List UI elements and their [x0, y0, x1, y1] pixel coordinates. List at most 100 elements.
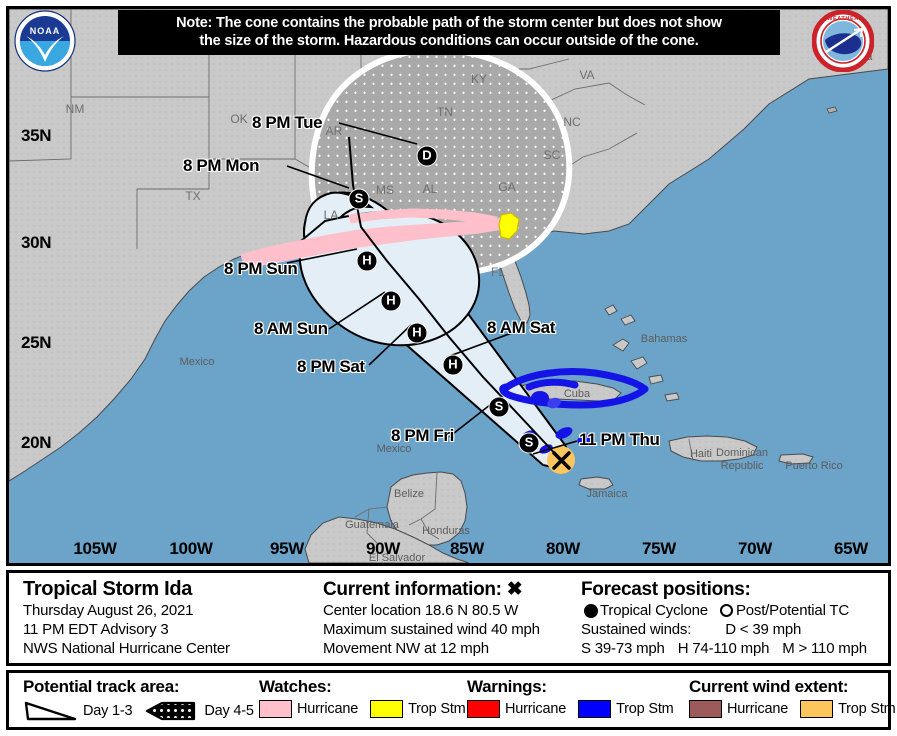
information-panel: Tropical Storm Ida Thursday August 26, 2… — [6, 570, 891, 666]
forecast-label-8pm-mon: 8 PM Mon — [183, 156, 260, 175]
forecast-label-8pm-sat: 8 PM Sat — [297, 357, 365, 376]
geo-label-sc: SC — [543, 148, 561, 162]
wind-extent-hurricane-swatch — [689, 700, 722, 718]
legend-item-day-4-5: Day 4-5 — [144, 700, 254, 722]
geo-label-nc: NC — [563, 115, 581, 129]
noaa-logo: NOAA — [14, 10, 76, 72]
movement: Movement NW at 12 mph — [323, 640, 489, 657]
geo-label-ok: OK — [230, 112, 248, 126]
geo-label-ga: GA — [498, 180, 516, 194]
forecast-point-h-8am-sat[interactable]: H — [442, 354, 464, 376]
hurricane-warning-swatch — [467, 700, 500, 718]
current-information-heading: Current information: ✖ — [323, 578, 567, 601]
wind-extent-trop-stm-swatch — [800, 700, 834, 718]
lon-label-75w: 75W — [641, 539, 677, 558]
legend-item-wind-extent-trop-stm: Trop Stm — [800, 700, 896, 718]
note-line-2: the size of the storm. Hazardous conditi… — [199, 33, 699, 49]
svg-text:WEATHER: WEATHER — [827, 16, 859, 22]
forecast-point-s-8pm-mon[interactable]: S — [348, 188, 370, 210]
geo-label-dominican-republic: Dominican Republic — [716, 447, 768, 472]
wind-category-d: D < 39 mph — [725, 621, 802, 638]
storm-advisory: 11 PM EDT Advisory 3 — [23, 621, 169, 638]
trop-stm-watch-swatch — [370, 700, 404, 718]
wind-category-m: M > 110 mph — [782, 640, 867, 657]
legend-bar: Potential track area: Day 1-3 Day 4-5 Wa… — [6, 670, 896, 730]
geo-label-jamaica: Jamaica — [586, 488, 628, 500]
tropical-cyclone-dot-icon — [584, 603, 598, 618]
hurricane-forecast-graphic: NM OK TX AR LA MS AL TN KY IN GA SC NC V… — [0, 0, 897, 736]
geo-label-ar: AR — [325, 124, 343, 138]
geo-label-fl: FL — [490, 265, 506, 279]
forecast-point-s-11pm-thu[interactable]: S — [518, 432, 540, 454]
forecast-label-11pm-thu: 11 PM Thu — [579, 430, 660, 449]
cone-day123-icon — [24, 701, 77, 721]
lat-label-25n: 25N — [21, 333, 52, 352]
lon-label-105w: 105W — [73, 539, 117, 558]
potential-track-area-legend: Potential track area: Day 1-3 Day 4-5 — [9, 673, 254, 727]
cone-disclaimer-note: Note: The cone contains the probable pat… — [118, 10, 780, 55]
wind-extent-hurricane-label: Hurricane — [727, 701, 789, 717]
forecast-point-d-8pm-tue[interactable]: D — [416, 145, 438, 167]
geo-label-la: LA — [323, 208, 339, 222]
potential-track-area-heading: Potential track area: — [23, 677, 180, 696]
geo-label-puerto-rico: Puerto Rico — [785, 460, 843, 472]
warnings-heading: Warnings: — [467, 677, 547, 696]
hurricane-watch-swatch — [259, 700, 292, 718]
legend-item-hurricane-watch: Hurricane — [259, 700, 358, 718]
storm-title: Tropical Storm Ida — [23, 578, 193, 600]
post-potential-tc-label: Post/Potential TC — [735, 602, 850, 619]
forecast-map[interactable]: NM OK TX AR LA MS AL TN KY IN GA SC NC V… — [6, 6, 891, 566]
forecast-point-h-8pm-sat[interactable]: H — [406, 322, 428, 344]
lon-label-95w: 95W — [269, 539, 305, 558]
legend-item-hurricane-warning: Hurricane — [467, 700, 566, 718]
forecast-point-h-8pm-sun[interactable]: H — [356, 250, 378, 272]
warnings-legend: Warnings: Hurricane Trop Stm — [453, 673, 675, 727]
trop-stm-warning-label: Trop Stm — [616, 701, 674, 717]
storm-date: Thursday August 26, 2021 — [23, 602, 194, 619]
geo-label-guatemala: Guatemala — [345, 519, 399, 531]
current-wind-extent-heading: Current wind extent: — [689, 677, 849, 696]
legend-item-trop-stm-watch: Trop Stm — [370, 700, 466, 718]
forecast-positions-column: Forecast positions: Tropical Cyclone Pos… — [567, 573, 888, 663]
geo-label-va: VA — [579, 68, 595, 82]
trop-stm-warning-swatch — [578, 700, 612, 718]
wind-category-s: S 39-73 mph — [581, 640, 665, 657]
hurricane-warning-label: Hurricane — [505, 701, 567, 717]
current-position-x-icon: ✖ — [506, 579, 523, 600]
center-location: Center location 18.6 N 80.5 W — [323, 602, 519, 619]
watches-legend: Watches: Hurricane Trop Stm — [245, 673, 466, 727]
forecast-positions-heading: Forecast positions: — [581, 579, 751, 600]
forecast-label-8pm-tue: 8 PM Tue — [252, 113, 323, 132]
forecast-label-8am-sun: 8 AM Sun — [254, 319, 328, 338]
forecast-point-h-8am-sun[interactable]: H — [380, 290, 402, 312]
current-information-label: Current information: — [323, 579, 502, 600]
current-information-column: Current information: ✖ Center location 1… — [309, 573, 567, 663]
forecast-label-8pm-fri: 8 PM Fri — [391, 426, 454, 445]
forecast-label-8am-sat: 8 AM Sat — [487, 318, 555, 337]
cone-day45-icon — [146, 701, 196, 721]
geo-label-al: AL — [422, 182, 438, 196]
hurricane-watch-label: Hurricane — [297, 701, 359, 717]
storm-info-column: Tropical Storm Ida Thursday August 26, 2… — [9, 573, 309, 663]
svg-text:NOAA: NOAA — [30, 26, 61, 36]
storm-agency: NWS National Hurricane Center — [23, 640, 230, 657]
map-canvas — [9, 9, 888, 563]
note-line-1: Note: The cone contains the probable pat… — [176, 15, 722, 31]
wind-extent-trop-stm-label: Trop Stm — [838, 701, 896, 717]
lon-label-70w: 70W — [737, 539, 773, 558]
geo-label-honduras: Honduras — [422, 525, 470, 537]
geo-label-nm: NM — [65, 102, 85, 116]
tropical-cyclone-label: Tropical Cyclone — [600, 602, 708, 619]
sustained-winds-label: Sustained winds: — [581, 621, 692, 638]
watches-heading: Watches: — [259, 677, 332, 696]
forecast-label-8pm-sun: 8 PM Sun — [224, 259, 298, 278]
geo-label-ms: MS — [376, 183, 394, 197]
lon-label-90w: 90W — [365, 539, 401, 558]
geo-label-tn: TN — [437, 105, 453, 119]
geo-label-ky: KY — [470, 72, 488, 86]
legend-item-trop-stm-warning: Trop Stm — [578, 700, 674, 718]
forecast-point-s-8pm-fri[interactable]: S — [488, 396, 510, 418]
lon-label-80w: 80W — [545, 539, 581, 558]
geo-label-belize: Belize — [394, 488, 424, 500]
legend-label-day-1-3: Day 1-3 — [83, 703, 133, 719]
